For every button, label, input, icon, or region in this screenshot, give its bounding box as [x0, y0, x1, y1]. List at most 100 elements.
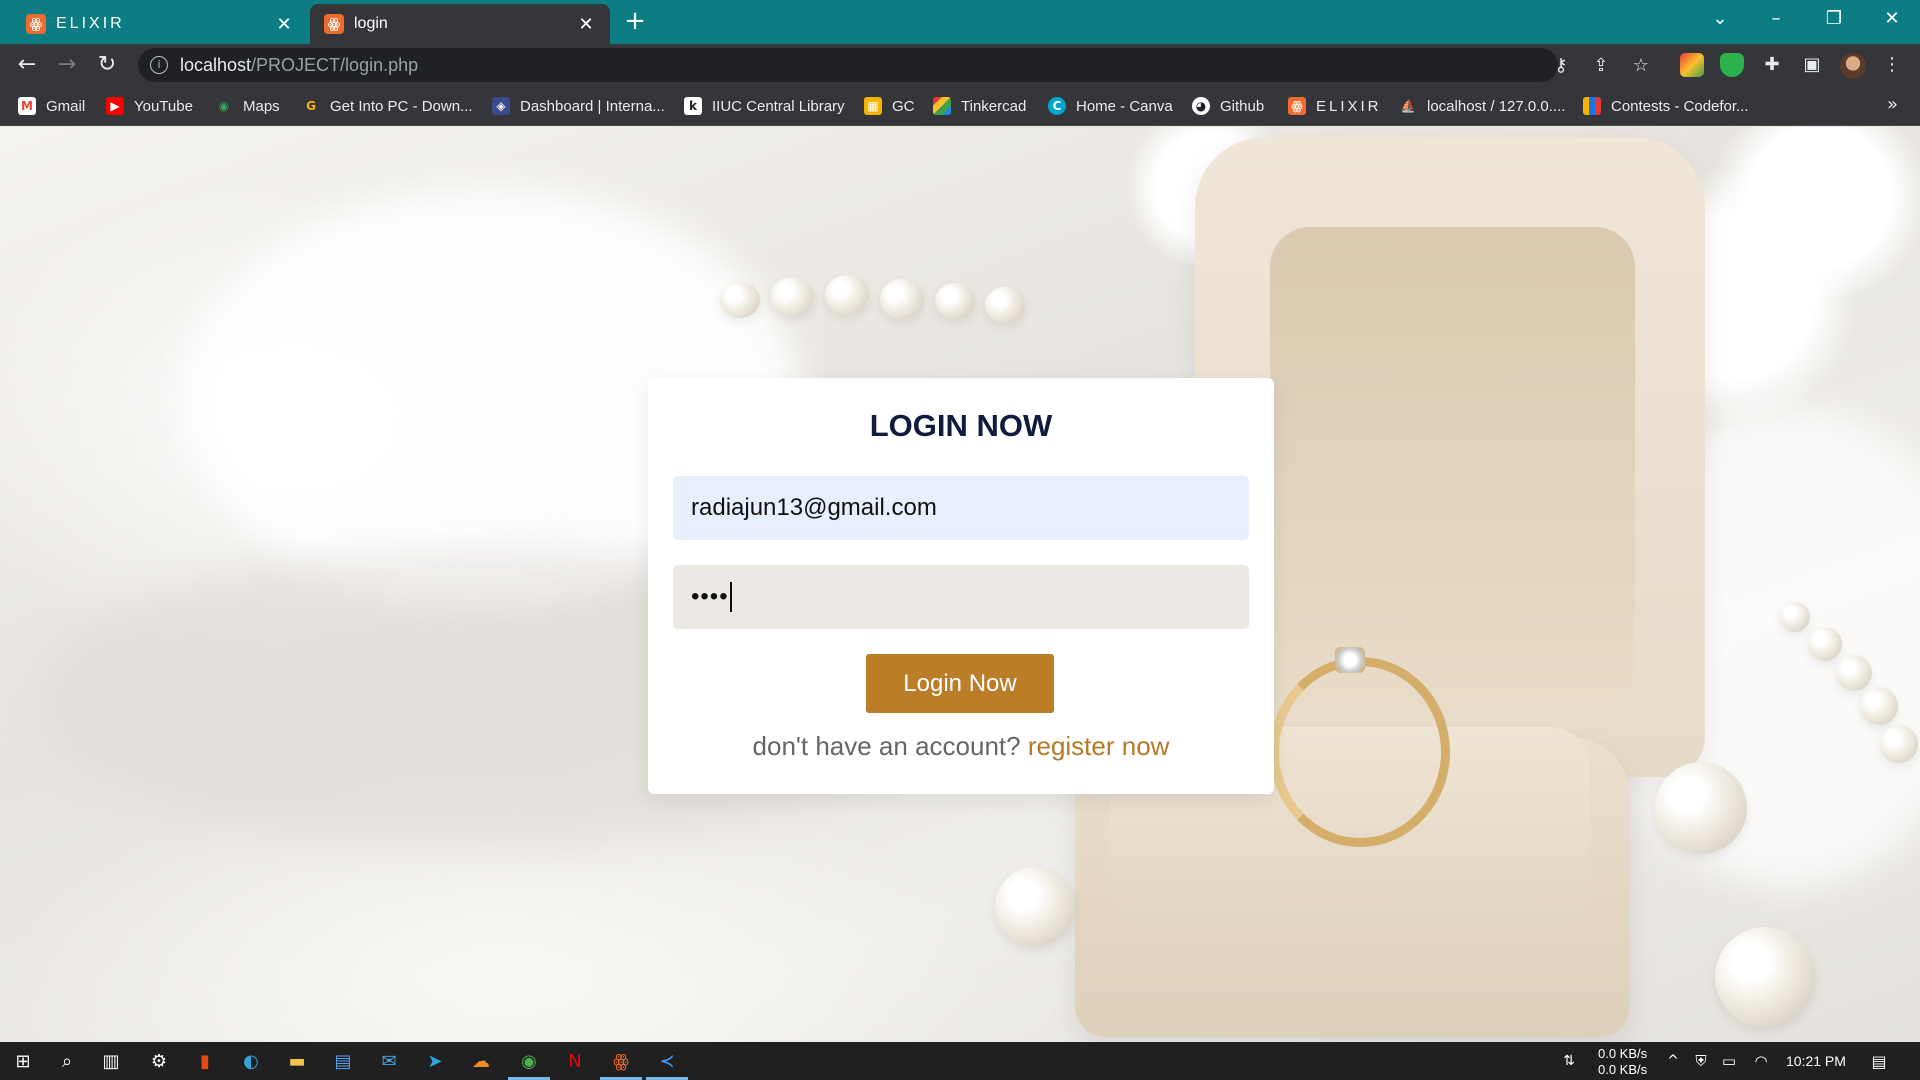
tab-login[interactable]: ꙮ login ✕: [310, 4, 610, 44]
pearl: [985, 287, 1025, 323]
tab-title: login: [354, 15, 388, 32]
password-field[interactable]: ••••: [673, 565, 1249, 629]
bookmark-gc[interactable]: ▦ GC: [864, 95, 915, 117]
login-button[interactable]: Login Now: [866, 654, 1054, 713]
battery-icon[interactable]: ▭: [1716, 1048, 1742, 1074]
close-window-button[interactable]: ✕: [1868, 0, 1916, 40]
bookmark-maps[interactable]: ◉ Maps: [215, 95, 280, 117]
youtube-icon: ▶: [106, 97, 124, 115]
classroom-icon: ▦: [864, 97, 882, 115]
reload-button[interactable]: ↻: [92, 50, 122, 80]
text-caret: [729, 582, 732, 612]
register-link[interactable]: register now: [1028, 731, 1170, 761]
bookmark-localhost[interactable]: ⛵ localhost / 127.0.0....: [1399, 95, 1566, 117]
bookmark-canva[interactable]: C Home - Canva: [1048, 95, 1173, 117]
login-card: LOGIN NOW radiajun13@gmail.com •••• Logi…: [648, 378, 1274, 794]
security-shield-icon[interactable]: ⛨: [1688, 1048, 1714, 1074]
share-icon[interactable]: ⇪: [1589, 54, 1613, 78]
menu-kebab-icon[interactable]: ⋮: [1880, 53, 1904, 77]
bookmark-youtube[interactable]: ▶ YouTube: [106, 95, 193, 117]
search-icon[interactable]: ⌕: [54, 1048, 80, 1074]
task-view-icon[interactable]: ▥: [98, 1048, 124, 1074]
tab-search-icon[interactable]: ⌄: [1696, 0, 1744, 40]
getintopc-icon: G: [306, 99, 316, 113]
github-icon: ◕: [1192, 97, 1210, 115]
settings-gear-icon[interactable]: ⚙: [146, 1048, 172, 1074]
library-icon: k: [684, 97, 702, 115]
pearl: [825, 275, 869, 315]
close-icon[interactable]: ✕: [576, 14, 596, 35]
url-path: /PROJECT/login.php: [251, 54, 419, 75]
windows-start-icon[interactable]: ⊞: [10, 1048, 36, 1074]
tinkercad-icon: [933, 97, 951, 115]
cloud-icon[interactable]: ☁: [468, 1048, 494, 1074]
url-host: localhost: [180, 54, 252, 75]
extensions-puzzle-icon[interactable]: ✚: [1760, 53, 1784, 77]
login-title: LOGIN NOW: [869, 408, 1053, 443]
close-icon[interactable]: ✕: [274, 14, 294, 35]
bookmark-label: Dashboard | Interna...: [520, 97, 665, 115]
bookmark-label: Github: [1220, 97, 1265, 115]
shield-icon[interactable]: [1720, 53, 1744, 77]
bookmark-label: Home - Canva: [1076, 97, 1173, 115]
phpmyadmin-icon: ⛵: [1400, 99, 1416, 113]
pearl: [1715, 927, 1815, 1027]
bookmark-codeforces[interactable]: Contests - Codefor...: [1583, 95, 1749, 117]
store-icon[interactable]: ▤: [330, 1048, 356, 1074]
side-panel-icon[interactable]: ▣: [1800, 53, 1824, 77]
gold-ring: [1270, 657, 1450, 847]
net-upload-rate: 0.0 KB/s: [1598, 1062, 1648, 1077]
xampp-icon: ꙮ: [26, 14, 46, 34]
bookmarks-bar: M Gmail ▶ YouTube ◉ Maps G Get Into PC -…: [0, 86, 1920, 126]
gmail-icon: M: [18, 97, 36, 115]
bookmark-tinkercad[interactable]: Tinkercad: [933, 95, 1026, 117]
netflix-icon[interactable]: N: [562, 1048, 588, 1074]
net-download-rate: 0.0 KB/s: [1598, 1046, 1648, 1061]
ring-box-lid-inner: [1270, 227, 1635, 707]
email-field[interactable]: radiajun13@gmail.com: [673, 476, 1249, 540]
chrome-icon[interactable]: ◉: [508, 1048, 550, 1080]
new-tab-button[interactable]: +: [620, 8, 650, 35]
mail-icon[interactable]: ✉: [376, 1048, 402, 1074]
restore-button[interactable]: ❐: [1810, 0, 1858, 40]
bookmark-gmail[interactable]: M Gmail: [18, 95, 85, 117]
bookmark-getintopc[interactable]: G Get Into PC - Down...: [302, 95, 473, 117]
xampp-icon: ꙮ: [1288, 97, 1306, 115]
bookmark-elixir[interactable]: ꙮ ELIXIR: [1288, 95, 1382, 117]
file-explorer-icon[interactable]: ▬: [284, 1048, 310, 1074]
network-speed-arrows-icon: ⇅: [1563, 1053, 1575, 1069]
password-mask: ••••: [691, 583, 729, 610]
telegram-icon[interactable]: ➤: [422, 1048, 448, 1074]
xampp-icon[interactable]: ꙮ: [600, 1048, 642, 1080]
minimize-button[interactable]: –: [1752, 0, 1800, 40]
show-hidden-icons-chevron[interactable]: ^: [1660, 1048, 1686, 1074]
site-info-icon[interactable]: i: [150, 56, 168, 74]
bookmark-library[interactable]: k IIUC Central Library: [684, 95, 845, 117]
edge-icon[interactable]: ◐: [238, 1048, 264, 1074]
office-icon[interactable]: ▮: [192, 1048, 218, 1074]
tab-elixir[interactable]: ꙮ ELIXIR ✕: [12, 4, 308, 44]
bookmark-label: Get Into PC - Down...: [330, 97, 473, 115]
vscode-icon[interactable]: ≺: [646, 1048, 688, 1080]
pearl: [720, 282, 760, 318]
pearl: [995, 867, 1075, 947]
key-icon[interactable]: ⚷: [1549, 54, 1573, 78]
clock-time[interactable]: 10:21 PM: [1786, 1053, 1846, 1069]
windows-taskbar: ⊞ ⌕ ▥ ⚙ ▮ ◐ ▬ ▤ ✉ ➤ ☁ ◉ N ꙮ ≺ ⇅ 0.0 KB/s…: [0, 1042, 1920, 1080]
profile-avatar[interactable]: [1840, 53, 1866, 79]
address-bar[interactable]: i localhost /PROJECT/login.php: [138, 48, 1558, 82]
extension-colorful-icon[interactable]: [1680, 53, 1704, 77]
bookmark-github[interactable]: ◕ Github: [1192, 95, 1264, 117]
notification-center-icon[interactable]: ▤: [1866, 1048, 1892, 1074]
pearl: [880, 279, 924, 319]
back-button[interactable]: ←: [12, 50, 42, 80]
pearl: [1880, 725, 1918, 763]
forward-button[interactable]: →: [52, 50, 82, 80]
bookmark-label: IIUC Central Library: [712, 97, 845, 115]
bookmark-star-icon[interactable]: ☆: [1629, 54, 1653, 78]
pearl: [1655, 762, 1747, 854]
maps-icon: ◉: [218, 99, 230, 113]
more-bookmarks-icon[interactable]: »: [1887, 94, 1898, 115]
bookmark-dashboard[interactable]: ◈ Dashboard | Interna...: [492, 95, 665, 117]
wifi-icon[interactable]: ◠: [1748, 1048, 1774, 1074]
